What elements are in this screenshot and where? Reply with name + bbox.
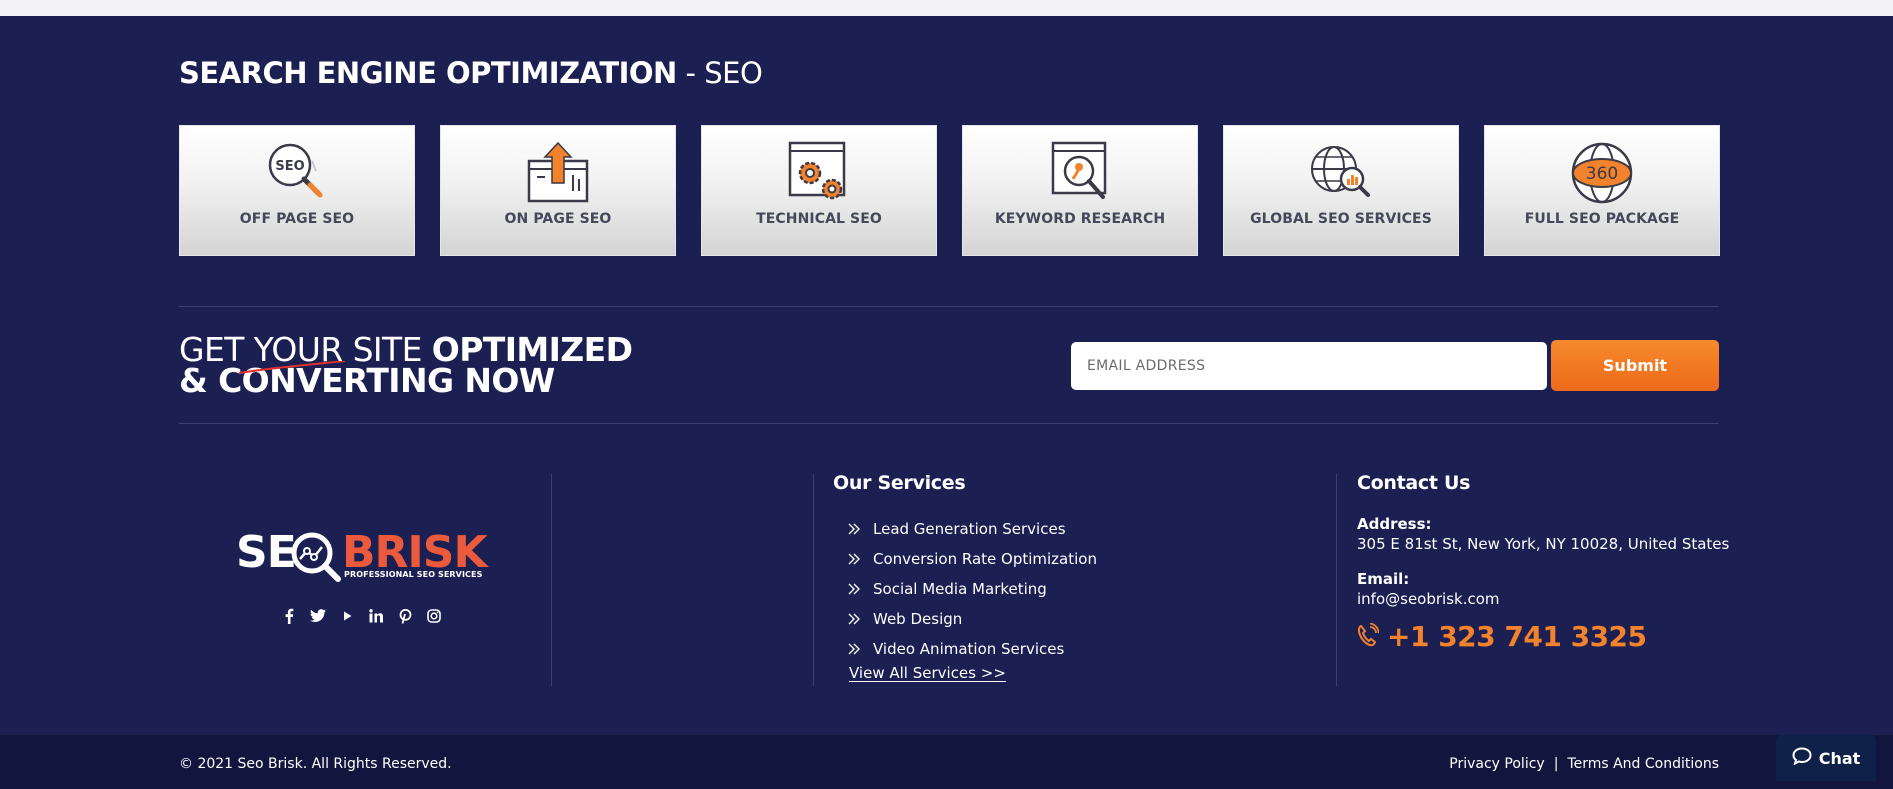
- legal-links: Privacy Policy | Terms And Conditions: [1449, 756, 1719, 772]
- chat-bubble-icon: [1792, 747, 1812, 769]
- seobrisk-logo[interactable]: SE BRISK PROFESSIONAL SEO SERVICES: [236, 527, 488, 589]
- twitter-icon[interactable]: [309, 607, 327, 625]
- card-label: TECHNICAL SEO: [756, 211, 882, 227]
- service-link[interactable]: Web Design: [873, 610, 962, 628]
- card-global-seo-services[interactable]: GLOBAL SEO SERVICES: [1223, 125, 1459, 256]
- card-label: ON PAGE SEO: [504, 211, 612, 227]
- list-item[interactable]: Web Design: [847, 604, 1097, 634]
- key-search-icon: [1045, 141, 1115, 205]
- double-chevron-icon: [847, 583, 863, 595]
- globe-360-icon: 360: [1567, 141, 1637, 205]
- column-divider: [813, 474, 814, 686]
- logo-magnifier-icon: [291, 532, 341, 582]
- view-all-services-link[interactable]: View All Services >>: [849, 664, 1006, 682]
- phone-number[interactable]: +1 323 741 3325: [1387, 620, 1647, 653]
- upload-window-icon: [523, 141, 593, 205]
- linkedin-icon[interactable]: [367, 607, 385, 625]
- copyright-text: © 2021 Seo Brisk. All Rights Reserved.: [179, 756, 452, 772]
- seo-section-title: SEARCH ENGINE OPTIMIZATION - SEO: [179, 56, 763, 90]
- social-links: [280, 607, 443, 625]
- svg-text:360: 360: [1586, 164, 1618, 184]
- column-divider: [1336, 474, 1337, 686]
- address-value: 305 E 81st St, New York, NY 10028, Unite…: [1357, 535, 1730, 553]
- youtube-icon[interactable]: [338, 607, 356, 625]
- list-item[interactable]: Video Animation Services: [847, 634, 1097, 664]
- chat-label: Chat: [1818, 748, 1861, 768]
- service-link[interactable]: Lead Generation Services: [873, 520, 1066, 538]
- contact-us-title: Contact Us: [1357, 472, 1471, 494]
- service-link[interactable]: Conversion Rate Optimization: [873, 550, 1097, 568]
- email-address-input[interactable]: [1071, 342, 1547, 390]
- facebook-icon[interactable]: [280, 607, 298, 625]
- list-item[interactable]: Conversion Rate Optimization: [847, 544, 1097, 574]
- privacy-policy-link[interactable]: Privacy Policy: [1449, 756, 1544, 772]
- cta-heading: GET YOUR SITE OPTIMIZED & CONVERTING NOW: [179, 333, 633, 397]
- card-keyword-research[interactable]: KEYWORD RESEARCH: [962, 125, 1198, 256]
- double-chevron-icon: [847, 643, 863, 655]
- section-divider: [179, 306, 1719, 307]
- red-swoosh-decoration: [238, 361, 346, 374]
- list-item[interactable]: Social Media Marketing: [847, 574, 1097, 604]
- top-strip: [0, 0, 1893, 16]
- submit-button[interactable]: Submit: [1551, 340, 1719, 391]
- double-chevron-icon: [847, 523, 863, 535]
- service-link[interactable]: Social Media Marketing: [873, 580, 1047, 598]
- card-technical-seo[interactable]: TECHNICAL SEO: [701, 125, 937, 256]
- globe-chart-icon: [1306, 141, 1376, 205]
- svg-text:SEO: SEO: [275, 159, 304, 174]
- phone-icon: [1357, 622, 1380, 651]
- chat-button[interactable]: Chat: [1776, 735, 1876, 781]
- section-divider: [179, 423, 1719, 424]
- logo-tagline: PROFESSIONAL SEO SERVICES: [344, 570, 483, 579]
- service-link[interactable]: Video Animation Services: [873, 640, 1064, 658]
- seo-magnifier-icon: SEO: [262, 141, 332, 205]
- double-chevron-icon: [847, 553, 863, 565]
- our-services-title: Our Services: [833, 472, 966, 494]
- link-separator: |: [1553, 756, 1559, 772]
- list-item[interactable]: Lead Generation Services: [847, 514, 1097, 544]
- address-label: Address:: [1357, 515, 1432, 533]
- email-value[interactable]: info@seobrisk.com: [1357, 590, 1500, 608]
- double-chevron-icon: [847, 613, 863, 625]
- card-off-page-seo[interactable]: SEO OFF PAGE SEO: [179, 125, 415, 256]
- card-label: FULL SEO PACKAGE: [1524, 211, 1680, 227]
- card-on-page-seo[interactable]: ON PAGE SEO: [440, 125, 676, 256]
- phone-contact[interactable]: +1 323 741 3325: [1357, 620, 1647, 653]
- services-list: Lead Generation Services Conversion Rate…: [847, 514, 1097, 664]
- email-label: Email:: [1357, 570, 1410, 588]
- card-label: KEYWORD RESEARCH: [994, 211, 1166, 227]
- instagram-icon[interactable]: [425, 607, 443, 625]
- column-divider: [551, 474, 552, 686]
- gears-window-icon: [784, 141, 854, 205]
- card-label: OFF PAGE SEO: [239, 211, 355, 227]
- card-label: GLOBAL SEO SERVICES: [1250, 211, 1432, 227]
- terms-and-conditions-link[interactable]: Terms And Conditions: [1567, 756, 1719, 772]
- card-full-seo-package[interactable]: 360 FULL SEO PACKAGE: [1484, 125, 1720, 256]
- logo-text-left: SE: [236, 527, 297, 578]
- seo-service-cards: SEO OFF PAGE SEO ON PAGE SEO TECHNICAL S…: [179, 125, 1720, 256]
- pinterest-icon[interactable]: [396, 607, 414, 625]
